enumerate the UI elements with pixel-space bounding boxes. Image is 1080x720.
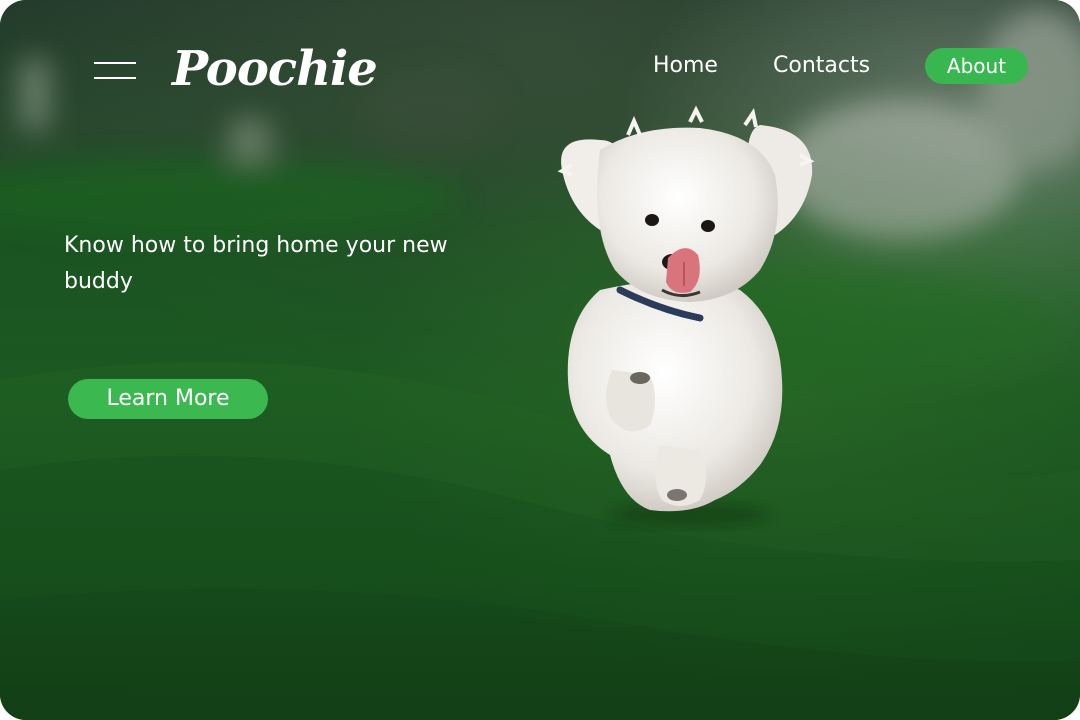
learn-more-button[interactable]: Learn More xyxy=(68,379,268,419)
top-navigation: Poochie Home Contacts About xyxy=(0,0,1080,130)
nav-home-link[interactable]: Home xyxy=(653,51,718,81)
nav-contacts-link[interactable]: Contacts xyxy=(773,51,870,81)
hamburger-menu-icon[interactable] xyxy=(94,61,136,81)
nav-about-button[interactable]: About xyxy=(925,48,1028,84)
landing-page: Poochie Home Contacts About Know how to … xyxy=(0,0,1080,720)
hero-headline: Know how to bring home your new buddy xyxy=(64,233,448,294)
brand-logo[interactable]: Poochie xyxy=(172,38,378,100)
